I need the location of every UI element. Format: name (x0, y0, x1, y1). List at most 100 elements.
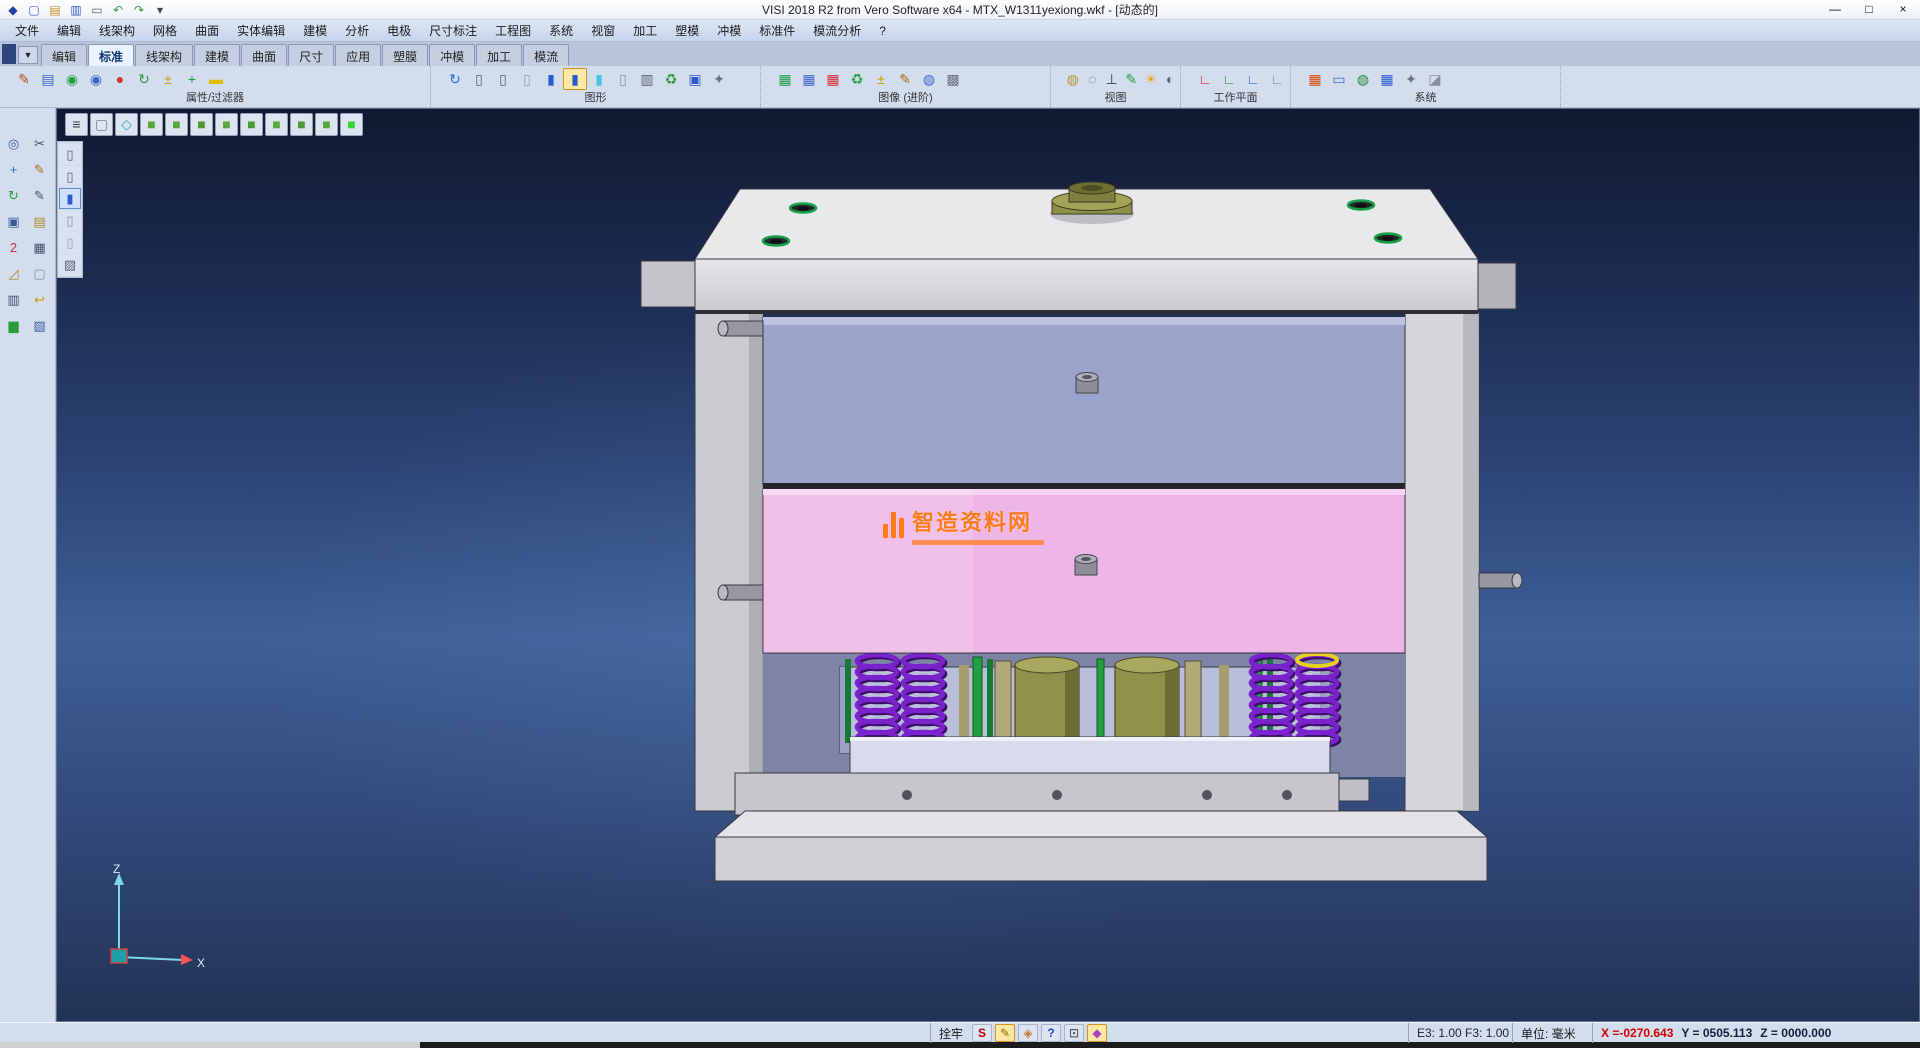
maximize-button[interactable]: □ (1852, 0, 1886, 19)
dashed-view-icon[interactable]: ▯ (515, 68, 539, 90)
transparent-view-icon[interactable]: ▮ (587, 68, 611, 90)
refresh-shading-icon[interactable]: ♻ (659, 68, 683, 90)
close-button[interactable]: × (1886, 0, 1920, 19)
cpl-align-icon[interactable]: ∟ (1241, 68, 1265, 90)
lock-label[interactable]: 拴牢 (930, 1023, 963, 1043)
solid-box-icon[interactable]: ▣ (2, 210, 26, 232)
app-logo[interactable]: ◆ (4, 2, 22, 18)
menu-file[interactable]: 文件 (6, 20, 48, 41)
print-button[interactable]: ▭ (88, 2, 106, 18)
render-mode-icon[interactable]: ◍ (1063, 68, 1083, 90)
chart-icon[interactable]: ▆ (2, 314, 26, 336)
hatched-view-icon[interactable]: ▥ (635, 68, 659, 90)
view-attributes-icon[interactable]: ▤ (36, 68, 60, 90)
undo-yellow-icon[interactable]: ↩ (28, 288, 52, 310)
shaded-view-icon[interactable]: ▮ (539, 68, 563, 90)
pick-filter-button[interactable]: ✎ (995, 1024, 1015, 1042)
dynamic-rotate-button[interactable]: ◈ (1018, 1024, 1038, 1042)
cut-icon[interactable]: ✂ (28, 132, 52, 154)
options-icon[interactable]: ✦ (1399, 68, 1423, 90)
menu-drafting[interactable]: 工程图 (486, 20, 540, 41)
menu-flow-analysis[interactable]: 模流分析 (804, 20, 870, 41)
tab-application[interactable]: 应用 (335, 44, 381, 66)
new-file-button[interactable]: ▢ (25, 2, 43, 18)
sketch-view-icon[interactable]: ✎ (1122, 68, 1142, 90)
view-cube-7-button[interactable]: ■ (290, 113, 313, 136)
triangle-ruler-icon[interactable]: ◿ (2, 262, 26, 284)
hatch-icon[interactable]: ▥ (2, 288, 26, 310)
menu-machining[interactable]: 加工 (624, 20, 666, 41)
lighting-icon[interactable]: ☀ (1141, 68, 1161, 90)
menu-mesh[interactable]: 网格 (144, 20, 186, 41)
remove-filter-icon[interactable]: ▬ (204, 68, 228, 90)
menu-wireframe[interactable]: 线架构 (90, 20, 144, 41)
cyl-shaded-icon[interactable]: ▮ (59, 188, 81, 209)
plane-view-icon[interactable]: ⊥ (1102, 68, 1122, 90)
shadow-icon[interactable]: ◐ (1161, 68, 1181, 90)
cyl-wire-icon[interactable]: ▯ (59, 144, 81, 165)
menu-analysis[interactable]: 分析 (336, 20, 378, 41)
tab-machining[interactable]: 加工 (476, 44, 522, 66)
table-icon[interactable]: ▦ (1375, 68, 1399, 90)
move-icon[interactable]: + (2, 158, 26, 180)
toggle-visibility-icon[interactable]: ± (156, 68, 180, 90)
rotate-icon[interactable]: ↻ (2, 184, 26, 206)
tab-surface[interactable]: 曲面 (241, 44, 287, 66)
view-cube-8-button[interactable]: ■ (315, 113, 338, 136)
view-cube-6-button[interactable]: ■ (265, 113, 288, 136)
cpl-reset-icon[interactable]: ∟ (1265, 68, 1289, 90)
view-cube-4-button[interactable]: ■ (215, 113, 238, 136)
texture-icon[interactable]: ▩ (941, 68, 965, 90)
regenerate-icon[interactable]: ↻ (443, 68, 467, 90)
zoom-select-icon[interactable]: ◎ (2, 132, 26, 154)
quick-access-options-button[interactable]: ▾ (151, 2, 169, 18)
shading-options-icon[interactable]: ▣ (683, 68, 707, 90)
advanced-filter-box-icon[interactable]: ▦ (821, 68, 845, 90)
stamp-2-icon[interactable]: 2 (2, 236, 26, 258)
view-blank-button[interactable]: ▢ (90, 113, 113, 136)
cyl-ghost-icon[interactable]: ▯ (59, 232, 81, 253)
tab-die[interactable]: 冲模 (429, 44, 475, 66)
view-wirebox-button[interactable]: ◇ (115, 113, 138, 136)
menu-dimensioning[interactable]: 尺寸标注 (420, 20, 486, 41)
cpl-xy-icon[interactable]: ∟ (1193, 68, 1217, 90)
flat-view-icon[interactable]: ▯ (611, 68, 635, 90)
menu-window[interactable]: 视窗 (582, 20, 624, 41)
globe-icon[interactable]: ◍ (1351, 68, 1375, 90)
menu-help[interactable]: ? (870, 22, 895, 40)
open-file-button[interactable]: ▤ (46, 2, 64, 18)
film-icon[interactable]: ▦ (28, 236, 52, 258)
save-view-icon[interactable]: ▧ (28, 314, 52, 336)
tab-flow[interactable]: 模流 (523, 44, 569, 66)
box-select-button[interactable]: ⊡ (1064, 1024, 1084, 1042)
tab-molding[interactable]: 塑膜 (382, 44, 428, 66)
view-cube-1-button[interactable]: ■ (140, 113, 163, 136)
tab-standard[interactable]: 标准 (88, 44, 134, 66)
view-menu-button[interactable]: ≡ (65, 113, 88, 136)
tab-dropdown-button[interactable]: ▼ (18, 46, 38, 64)
edit-attributes-icon[interactable]: ✎ (12, 68, 36, 90)
screen-capture-icon[interactable]: ▭ (1327, 68, 1351, 90)
notebook-icon[interactable]: ▤ (28, 210, 52, 232)
menu-mold[interactable]: 塑模 (666, 20, 708, 41)
view-cube-5-button[interactable]: ■ (240, 113, 263, 136)
menu-electrode[interactable]: 电极 (378, 20, 420, 41)
show-entities-icon[interactable]: ◉ (60, 68, 84, 90)
solid-view-icon[interactable]: ◪ (1423, 68, 1447, 90)
menu-edit[interactable]: 编辑 (48, 20, 90, 41)
hide-entities-icon[interactable]: ◉ (84, 68, 108, 90)
context-help-button[interactable]: ? (1041, 1024, 1061, 1042)
undo-button[interactable]: ↶ (109, 2, 127, 18)
advanced-refresh-icon[interactable]: ♻ (845, 68, 869, 90)
tab-modeling[interactable]: 建模 (194, 44, 240, 66)
color-palette-icon[interactable]: ▦ (1303, 68, 1327, 90)
tab-wireframe[interactable]: 线架构 (135, 44, 193, 66)
annotate-icon[interactable]: ✎ (893, 68, 917, 90)
redo-button[interactable]: ↷ (130, 2, 148, 18)
wireframe-view-icon[interactable]: ▯ (467, 68, 491, 90)
view-cube-3-button[interactable]: ■ (190, 113, 213, 136)
advanced-hide-box-icon[interactable]: ▦ (797, 68, 821, 90)
cyl-hatch-icon[interactable]: ▨ (59, 254, 81, 275)
menu-die[interactable]: 冲模 (708, 20, 750, 41)
cyl-flat-icon[interactable]: ▯ (59, 210, 81, 231)
